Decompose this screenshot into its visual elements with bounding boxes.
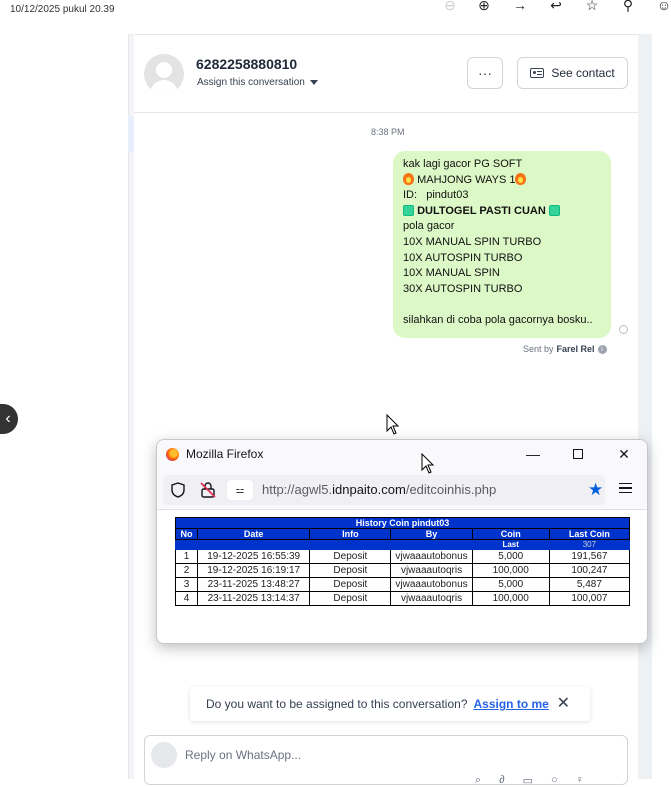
right-scroll-track[interactable] (638, 34, 652, 779)
zoom-out-icon[interactable]: ⊖ (441, 0, 459, 14)
last-label: Last (471, 539, 550, 550)
green-emoji-icon (548, 204, 560, 216)
attach-icon[interactable]: ⌕ (475, 774, 481, 787)
message-line: pola gacor (403, 220, 455, 233)
table-row: 2 19-12-2025 16:19:17 Deposit vjwaaautoqris… (174, 563, 631, 578)
reply-box[interactable]: Reply on WhatsApp... ⌕ ∂ ▭ ○ ♀ (144, 735, 628, 787)
coin-history-table: History Coin pindut03 No Date Info By Co… (174, 517, 631, 606)
message-line: MAHJONG WAYS 1 (403, 172, 601, 189)
image-icon[interactable]: ▭ (523, 774, 533, 787)
more-options-button[interactable]: ··· (467, 57, 503, 89)
firefox-page-content: History Coin pindut03 No Date Info By Co… (157, 511, 647, 643)
contact-number: 6282258880810 (196, 56, 298, 72)
column-header: Info (309, 528, 392, 540)
screenshot-timestamp: 10/12/2025 pukul 20.39 (10, 4, 115, 15)
firefox-titlebar[interactable]: Mozilla Firefox — ✕ (157, 440, 647, 468)
see-contact-label: See contact (551, 66, 615, 80)
tracking-protection-shield-icon[interactable] (171, 482, 185, 498)
firefox-navbar: ⚍ http://agwl5.idnpaito.com/editcoinhis.… (157, 468, 647, 510)
firefox-window: Mozilla Firefox — ✕ ⚍ http://agwl5.idnpa… (156, 439, 648, 644)
mouse-cursor-icon (421, 453, 435, 474)
chat-pane: 6282258880810 Assign this conversation ·… (134, 34, 638, 787)
maximize-icon[interactable] (570, 446, 586, 462)
message-line (403, 297, 601, 313)
bookmark-star-icon[interactable]: ★ (588, 481, 603, 499)
assign-conversation-label: Assign this conversation (197, 77, 305, 88)
message-line: 30X AUTOSPIN TURBO (403, 282, 523, 295)
assign-prompt-bar: Do you want to be assigned to this conve… (190, 687, 590, 721)
message-line: 10X MANUAL SPIN (403, 267, 500, 280)
column-header: By (390, 528, 473, 540)
column-header: Coin (471, 528, 550, 540)
emoji-icon[interactable]: ○ (551, 774, 558, 787)
close-icon[interactable]: ✕ (557, 696, 570, 712)
firefox-url-bar[interactable]: ⚍ http://agwl5.idnpaito.com/editcoinhis.… (163, 475, 605, 505)
forward-icon[interactable]: → (511, 0, 529, 14)
sent-by-name: Farel Rel (556, 344, 595, 354)
caret-down-icon (309, 80, 318, 85)
permissions-icon[interactable]: ⚍ (227, 480, 253, 500)
hamburger-menu-icon[interactable] (619, 483, 632, 493)
assign-conversation-dropdown[interactable]: Assign this conversation (197, 77, 318, 88)
info-icon[interactable]: i (597, 344, 607, 354)
emoji-icon[interactable]: ☺ (655, 0, 671, 14)
message-line: silahkan di coba pola gacornya bosku.. (403, 313, 593, 326)
close-window-icon[interactable]: ✕ (616, 446, 632, 462)
chevron-left-icon: ‹ (5, 410, 11, 427)
assign-question: Do you want to be assigned to this conve… (206, 697, 468, 711)
fire-emoji-icon (515, 172, 527, 185)
fire-emoji-icon (403, 172, 414, 185)
contact-card-icon (530, 68, 545, 78)
message-line: kak lagi gacor PG SOFT (403, 158, 523, 170)
message-line: 10X AUTOSPIN TURBO (403, 251, 523, 264)
reply-toolbar: ⌕ ∂ ▭ ○ ♀ (475, 774, 584, 787)
green-emoji-icon (403, 204, 414, 216)
insecure-lock-icon[interactable] (199, 481, 217, 499)
reply-icon[interactable]: ↩ (547, 0, 565, 14)
mouse-cursor-icon (386, 414, 400, 435)
reply-input[interactable]: Reply on WhatsApp... (185, 748, 301, 762)
reply-avatar (151, 742, 177, 768)
table-row: 1 19-12-2025 16:55:39 Deposit vjwaaautobonu… (174, 549, 631, 564)
column-header: Date (197, 528, 311, 540)
firefox-window-title: Mozilla Firefox (186, 447, 264, 461)
read-status-icon (619, 325, 628, 334)
url-text[interactable]: http://agwl5.idnpaito.com/editcoinhis.ph… (262, 482, 496, 497)
message-line: DULTOGEL PASTI CUAN (403, 204, 601, 220)
mic-icon[interactable]: ♀ (576, 774, 584, 787)
zoom-in-icon[interactable]: ⊕ (475, 0, 493, 14)
message-time: 8:38 PM (371, 127, 405, 137)
pin-icon[interactable]: ⚲ (619, 0, 637, 14)
last-value: 307 (548, 539, 631, 550)
sent-by: Sent by Farel Rel i (523, 344, 607, 354)
table-row: 4 23-11-2025 13:14:37 Deposit vjwaaautoqris… (174, 591, 631, 606)
minimize-icon[interactable]: — (525, 446, 541, 462)
firefox-logo-icon (166, 448, 179, 461)
sent-by-prefix: Sent by (523, 344, 554, 354)
see-contact-button[interactable]: See contact (517, 57, 628, 89)
link-icon[interactable]: ∂ (499, 774, 504, 787)
message-line: 10X MANUAL SPIN TURBO (403, 235, 542, 248)
star-icon[interactable]: ☆ (583, 0, 601, 14)
chat-header: 6282258880810 Assign this conversation ·… (134, 35, 638, 113)
message-line: ID: pindut03 (403, 189, 469, 202)
table-caption: History Coin pindut03 (175, 517, 630, 529)
outgoing-message-bubble[interactable]: kak lagi gacor PG SOFT MAHJONG WAYS 1 ID… (393, 151, 611, 338)
back-chevron-button[interactable]: ‹ (0, 404, 18, 434)
avatar[interactable] (144, 54, 184, 94)
assign-to-me-link[interactable]: Assign to me (474, 697, 549, 711)
table-row: 3 23-11-2025 13:48:27 Deposit vjwaaautobonu… (174, 577, 631, 592)
column-header: No (174, 528, 199, 540)
column-header: Last Coin (548, 528, 631, 540)
